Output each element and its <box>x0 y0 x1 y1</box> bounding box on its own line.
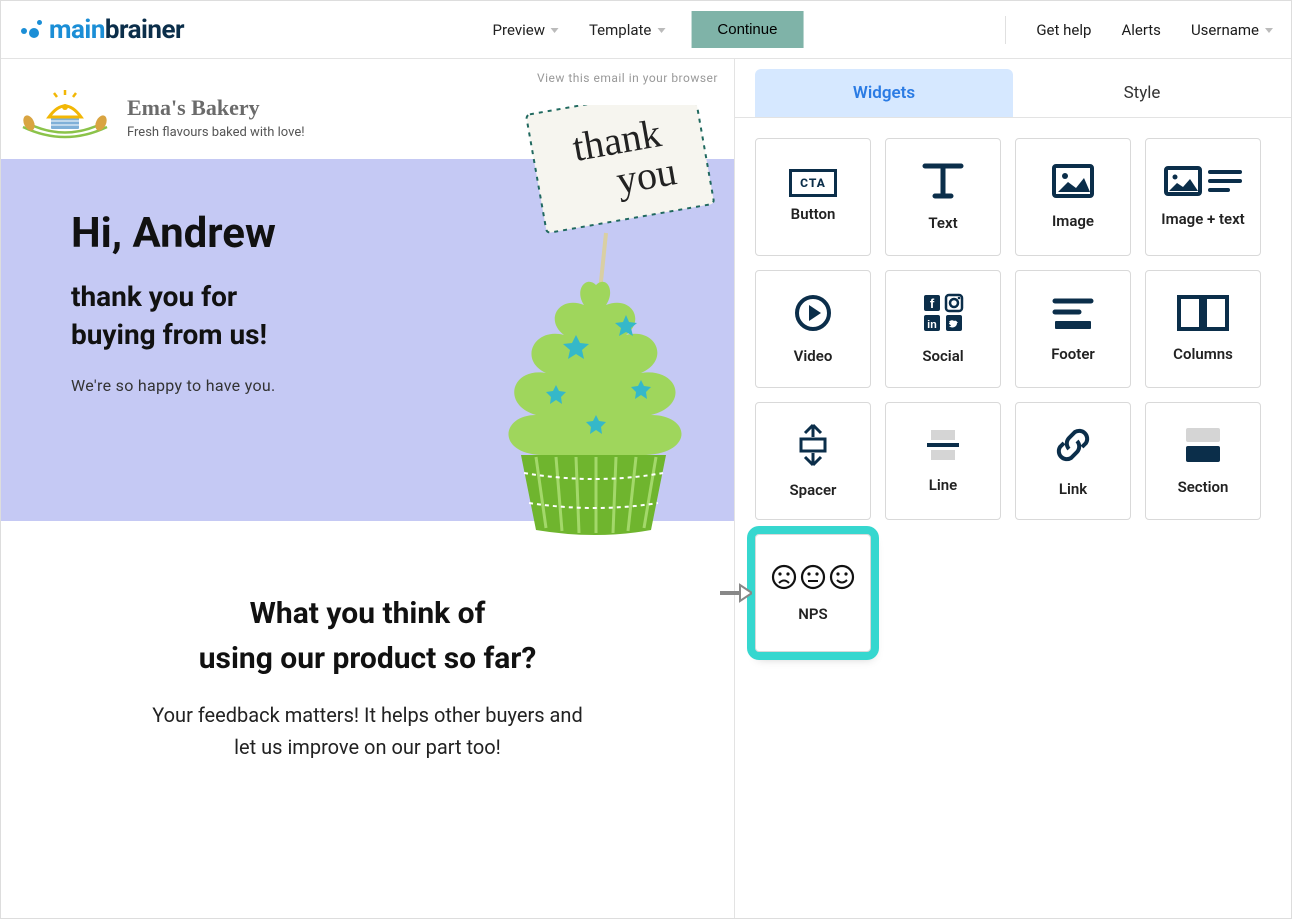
bakery-subtitle: Fresh flavours baked with love! <box>127 125 305 140</box>
arrow-right-icon <box>718 582 752 604</box>
hero-subhead-line1: thank you for <box>71 280 237 313</box>
top-bar: mainbrainer Preview Template Continue Ge… <box>1 1 1291 59</box>
bakery-title: Ema's Bakery <box>127 95 305 121</box>
nps-icon <box>770 563 856 591</box>
brand-text: mainbrainer <box>49 15 184 45</box>
widget-label: Social <box>922 347 963 365</box>
get-help-link[interactable]: Get help <box>1036 21 1091 39</box>
brand-logo[interactable]: mainbrainer <box>19 15 184 45</box>
feedback-body-line1: Your feedback matters! It helps other bu… <box>152 703 582 727</box>
widget-button[interactable]: CTA Button <box>755 138 871 256</box>
username-label: Username <box>1191 21 1259 39</box>
preview-menu[interactable]: Preview <box>489 13 563 47</box>
top-center-menu: Preview Template Continue <box>489 11 804 48</box>
line-icon <box>923 428 963 462</box>
widgets-grid: CTA Button Text Image <box>735 118 1291 672</box>
svg-text:in: in <box>927 319 937 331</box>
section-icon <box>1180 426 1226 464</box>
widget-nps[interactable]: NPS <box>755 534 871 652</box>
right-panel: Widgets Style CTA Button Text <box>735 59 1291 918</box>
image-icon <box>1052 164 1094 198</box>
feedback-body-line2: let us improve on our part too! <box>234 735 501 759</box>
link-icon <box>1052 424 1094 466</box>
email-canvas[interactable]: View this email in your browser <box>1 59 735 918</box>
hero-section: Hi, Andrew thank you for buying from us!… <box>1 159 734 521</box>
widget-label: Line <box>929 476 957 494</box>
brand-text-a: main <box>49 15 105 45</box>
widget-label: Image + text <box>1161 210 1244 228</box>
spacer-icon <box>793 423 833 467</box>
widget-link[interactable]: Link <box>1015 402 1131 520</box>
widget-label: Section <box>1178 478 1229 496</box>
divider <box>1005 16 1006 44</box>
main-area: View this email in your browser <box>1 59 1291 918</box>
widget-section[interactable]: Section <box>1145 402 1261 520</box>
brand-dots-icon <box>19 18 43 42</box>
app-root: mainbrainer Preview Template Continue Ge… <box>0 0 1292 919</box>
widget-text[interactable]: Text <box>885 138 1001 256</box>
widget-label: Spacer <box>790 481 837 499</box>
feedback-heading-line1: What you think of <box>250 596 486 631</box>
panel-tabs: Widgets Style <box>735 59 1291 118</box>
preview-label: Preview <box>493 21 545 39</box>
widget-spacer[interactable]: Spacer <box>755 402 871 520</box>
feedback-heading: What you think of using our product so f… <box>41 591 694 681</box>
feedback-section: What you think of using our product so f… <box>1 521 734 763</box>
widget-columns[interactable]: Columns <box>1145 270 1261 388</box>
brand-text-b: brainer <box>105 15 184 45</box>
widget-label: Text <box>928 214 957 232</box>
widget-label: Image <box>1052 212 1094 230</box>
widget-line[interactable]: Line <box>885 402 1001 520</box>
hero-subhead-line2: buying from us! <box>71 318 267 351</box>
bakery-logo-icon <box>17 89 113 145</box>
tab-style[interactable]: Style <box>1013 69 1271 117</box>
chevron-down-icon <box>551 28 559 33</box>
widget-label: NPS <box>798 605 827 623</box>
columns-icon <box>1175 295 1231 331</box>
chevron-down-icon <box>1265 28 1273 33</box>
widget-label: Footer <box>1051 345 1095 363</box>
widget-video[interactable]: Video <box>755 270 871 388</box>
widget-image[interactable]: Image <box>1015 138 1131 256</box>
social-icon: f in <box>920 293 966 333</box>
text-icon <box>921 162 965 200</box>
feedback-body: Your feedback matters! It helps other bu… <box>88 699 648 763</box>
widget-image-text[interactable]: Image + text <box>1145 138 1261 256</box>
video-icon <box>793 293 833 333</box>
image-text-icon <box>1164 166 1242 196</box>
widget-label: Video <box>794 347 833 365</box>
widget-footer[interactable]: Footer <box>1015 270 1131 388</box>
svg-text:f: f <box>930 296 935 311</box>
top-right-menu: Get help Alerts Username <box>1005 16 1273 44</box>
tab-widgets[interactable]: Widgets <box>755 69 1013 117</box>
widget-label: Columns <box>1173 345 1233 363</box>
feedback-heading-line2: using our product so far? <box>199 641 537 676</box>
alerts-link[interactable]: Alerts <box>1121 21 1161 39</box>
widget-label: Link <box>1059 480 1087 498</box>
cta-label: CTA <box>789 169 837 197</box>
username-menu[interactable]: Username <box>1191 21 1273 39</box>
chevron-down-icon <box>657 28 665 33</box>
view-in-browser-link[interactable]: View this email in your browser <box>1 59 734 85</box>
bakery-text: Ema's Bakery Fresh flavours baked with l… <box>127 95 305 140</box>
continue-button[interactable]: Continue <box>691 11 803 48</box>
template-menu[interactable]: Template <box>585 13 669 47</box>
cta-icon: CTA <box>789 172 837 191</box>
cupcake-illustration: thank you <box>456 105 726 535</box>
template-label: Template <box>589 21 651 39</box>
widget-label: Button <box>791 205 836 223</box>
widget-social[interactable]: f in Social <box>885 270 1001 388</box>
footer-icon <box>1049 295 1097 331</box>
